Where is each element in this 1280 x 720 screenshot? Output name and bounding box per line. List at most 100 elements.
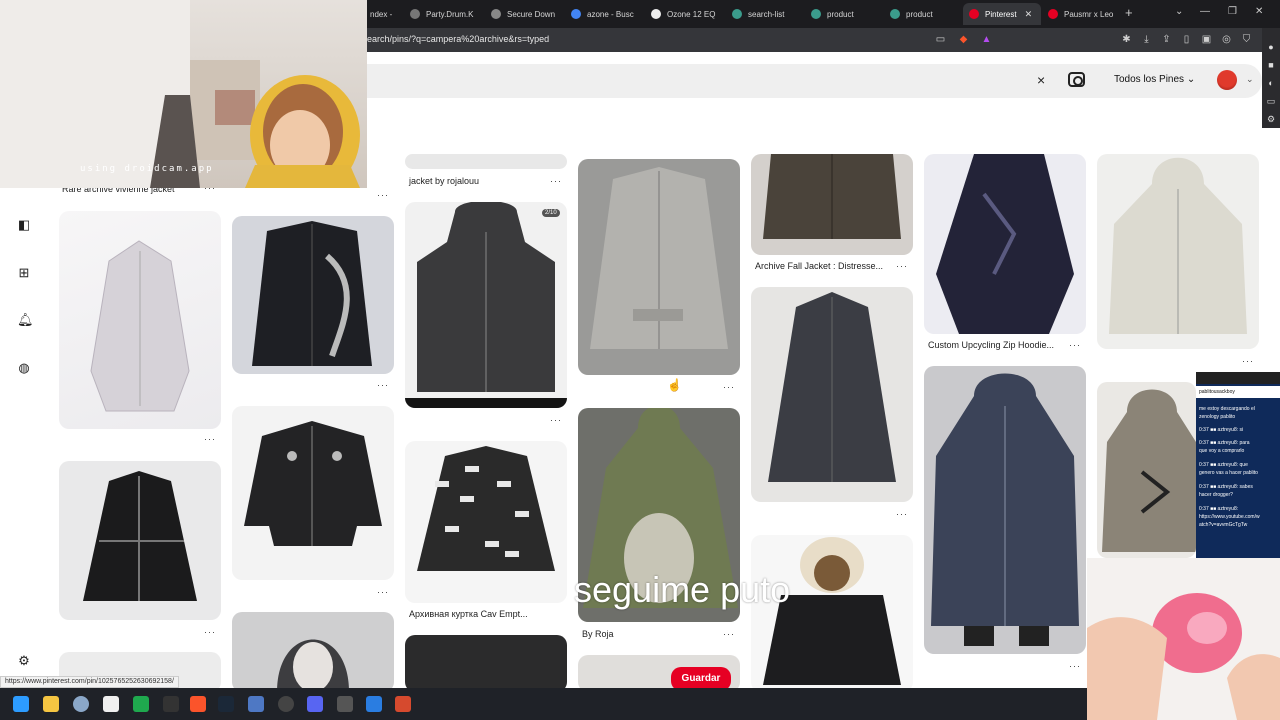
tab-favicon-icon [890,9,900,19]
user-icon[interactable]: ● [1265,42,1277,54]
sidebar-icon[interactable]: ▯ [1180,33,1193,46]
browser-tab[interactable]: product [805,3,883,25]
browser-tab[interactable]: product [884,3,962,25]
app-icon[interactable] [395,696,411,712]
pin-image[interactable] [405,154,567,169]
pin-more-options[interactable]: ··· [723,629,735,639]
pin-image[interactable] [578,159,740,375]
shield-icon[interactable]: ⛉ [1240,33,1253,46]
close-window-icon[interactable]: ✕ [1255,6,1263,17]
vpn-icon[interactable]: ◎ [1220,33,1233,46]
minimize-icon[interactable]: — [1200,6,1210,17]
messages-icon[interactable]: ◍ [17,361,31,375]
windows-start-icon[interactable] [13,696,29,712]
video-icon[interactable]: ■ [1265,60,1277,72]
pin-more-options[interactable]: ··· [204,434,216,444]
pin-more-options[interactable]: ··· [896,509,908,519]
app-icon[interactable] [337,696,353,712]
create-icon[interactable]: ⊞ [17,266,31,280]
pin-more-options[interactable]: ··· [1069,661,1081,671]
pin-image[interactable] [751,287,913,502]
pin-title[interactable]: jacket by rojalouu [409,176,479,186]
tab-favicon-icon [410,9,420,19]
pin-more-options[interactable]: ··· [723,382,735,392]
obs-icon[interactable] [278,696,294,712]
url-field[interactable]: earch/pins/?q=campera%20archive&rs=typed [367,34,549,44]
pin-more-options[interactable]: ··· [204,627,216,637]
pin-image[interactable] [405,202,567,408]
browser-tab[interactable]: Secure Down [485,3,565,25]
brave-rewards-icon[interactable]: ▲ [980,33,993,46]
pin-more-options[interactable]: ··· [377,190,389,200]
browser-tab[interactable]: Ozone 12 EQ [645,3,725,25]
clear-search-icon[interactable]: × [1037,72,1045,88]
discord-icon[interactable] [307,696,323,712]
boards-icon[interactable]: ◧ [17,218,31,232]
pin-more-options[interactable]: ··· [1069,340,1081,350]
notifications-icon[interactable]: 🔔︎ [17,313,34,327]
pin-image[interactable] [751,535,913,692]
panel-icon[interactable]: ▭ [1265,96,1277,108]
pin-more-options[interactable]: ··· [550,176,562,186]
pin-more-options[interactable]: ··· [377,380,389,390]
browser-tab[interactable]: ndex - [364,3,404,25]
chevron-down-icon[interactable]: ⌄ [1175,6,1183,17]
avatar[interactable] [1217,70,1237,90]
browser-tab[interactable]: search-list [726,3,804,25]
pin-image[interactable] [751,154,913,255]
pin-title[interactable]: By Roja [582,629,614,639]
pin-more-options[interactable]: ··· [896,261,908,271]
chevron-down-icon[interactable]: ⌄ [1246,74,1254,85]
pin-more-options[interactable]: ··· [377,587,389,597]
pin-image[interactable] [59,211,221,429]
stream-overlay-text: seguime puto [574,569,791,610]
browser-tab[interactable]: Party.Drum.K [404,3,484,25]
fl-studio-icon[interactable] [163,696,179,712]
brave-browser-icon[interactable] [190,696,206,712]
pin-title[interactable]: Archive Fall Jacket : Distresse... [755,261,883,271]
xbox-icon[interactable] [133,696,149,712]
pin-image[interactable] [59,461,221,620]
file-explorer-icon[interactable] [43,696,59,712]
settings-icon[interactable]: ⚙ [17,654,31,668]
browser-tab-active[interactable]: Pinterest ✕ [963,3,1041,25]
pin-image[interactable] [1097,154,1259,349]
pin-more-options[interactable]: ··· [550,415,562,425]
tab-label: product [906,9,933,19]
camera-search-icon[interactable] [1068,72,1085,87]
steam-icon[interactable] [218,696,234,712]
app-icon[interactable] [248,696,264,712]
browser-tab[interactable]: Pausmr x Leo [1042,3,1120,25]
notepad-icon[interactable] [103,696,119,712]
pin-image[interactable] [232,612,394,692]
hoodie-image [277,639,349,692]
pin-title[interactable]: Custom Upcycling Zip Hoodie... [928,340,1054,350]
new-tab-button[interactable]: + [1125,5,1133,20]
chat-message: zenology pablito [1199,414,1236,420]
pin-image[interactable] [924,366,1086,654]
settings-icon[interactable] [73,696,89,712]
extensions-icon[interactable]: ✱ [1120,33,1133,46]
pin-image[interactable] [924,154,1086,334]
ccleaner-icon[interactable] [366,696,382,712]
close-tab-icon[interactable]: ✕ [1025,9,1033,20]
pin-filter-dropdown[interactable]: Todos los Pines ⌄ [1114,74,1195,85]
brave-shield-icon[interactable]: ◆ [957,33,970,46]
pin-image[interactable] [1097,382,1196,558]
wallet-icon[interactable]: ▣ [1200,33,1213,46]
share-icon[interactable]: ⇪ [1160,33,1173,46]
pin-image[interactable] [232,216,394,374]
cast-icon[interactable]: ▭ [934,33,947,46]
download-icon[interactable]: ⤓ [1140,33,1153,46]
status-bar-url: https://www.pinterest.com/pin/1025765252… [0,676,179,688]
pin-image[interactable] [405,635,567,692]
settings-icon[interactable]: ⚙ [1265,114,1277,126]
maximize-icon[interactable]: ❐ [1228,6,1237,17]
mic-icon[interactable]: ◐ [1265,78,1277,90]
pin-image[interactable] [405,441,567,603]
pin-more-options[interactable]: ··· [1242,356,1254,366]
pin-image[interactable] [232,406,394,580]
pin-title[interactable]: Архивная куртка Cav Empt... [409,609,528,619]
jacket-image [252,221,372,366]
browser-tab[interactable]: azone - Busc [565,3,645,25]
